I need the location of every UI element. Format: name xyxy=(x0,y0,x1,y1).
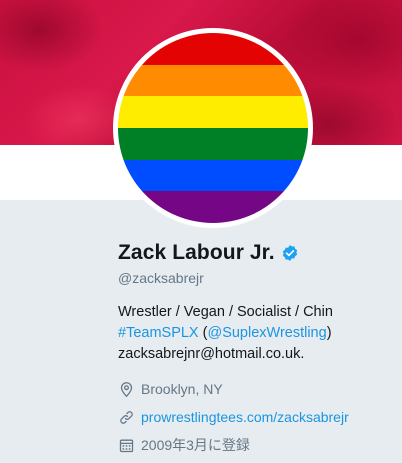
flag-stripe-blue xyxy=(118,159,308,192)
flag-stripe-orange xyxy=(118,64,308,97)
location-row: Brooklyn, NY xyxy=(118,379,402,399)
screen-name[interactable]: @zacksabrejr xyxy=(118,270,402,286)
verified-badge-icon xyxy=(281,244,299,262)
flag-stripe-green xyxy=(118,128,308,160)
website-row: prowrestlingtees.com/zacksabrejr xyxy=(118,407,402,427)
joined-row: 2009年3月に登録 xyxy=(118,435,402,455)
hashtag-link[interactable]: #TeamSPLX xyxy=(118,325,199,341)
flag-stripe-purple xyxy=(118,191,308,223)
avatar[interactable] xyxy=(113,28,313,228)
bio-line: #TeamSPLX (@SuplexWrestling) xyxy=(118,323,402,344)
bio-line: Wrestler / Vegan / Socialist / Chin xyxy=(118,304,333,320)
link-icon xyxy=(120,410,133,424)
calendar-icon xyxy=(119,439,134,452)
rainbow-flag-avatar-image xyxy=(118,33,308,223)
joined-date: 2009年3月に登録 xyxy=(141,437,250,453)
bio: Wrestler / Vegan / Socialist / Chin #Tea… xyxy=(118,302,402,365)
display-name[interactable]: Zack Labour Jr. xyxy=(118,241,275,265)
location-pin-icon xyxy=(120,381,133,397)
name-row: Zack Labour Jr. xyxy=(118,238,402,268)
location-text: Brooklyn, NY xyxy=(141,381,223,397)
mention-link[interactable]: @SuplexWrestling xyxy=(207,325,326,341)
profile-card: Zack Labour Jr. @zacksabrejr Wrestler / … xyxy=(118,238,402,463)
bio-text: ) xyxy=(326,325,332,341)
profile-meta: Brooklyn, NY prowrestlingtees.com/zacksa… xyxy=(118,379,402,455)
website-link[interactable]: prowrestlingtees.com/zacksabrejr xyxy=(141,409,349,425)
flag-stripe-yellow xyxy=(118,96,308,129)
bio-email: zacksabrejnr@hotmail.co.uk. xyxy=(118,346,305,362)
